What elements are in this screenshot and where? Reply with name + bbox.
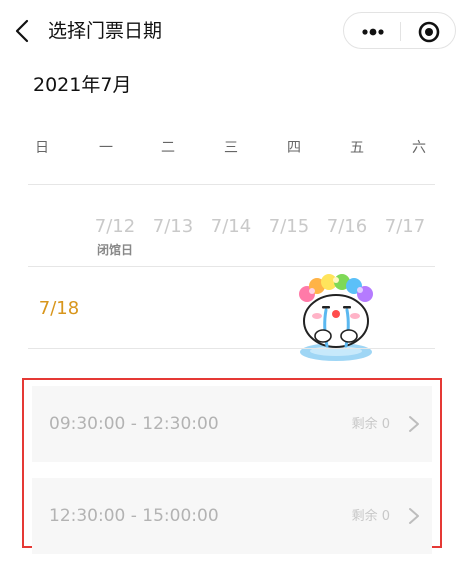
weekday-sat: 六 [412,140,426,156]
more-dots-icon [362,28,384,36]
date-cell-0714: 7/14 [202,214,260,240]
slot-time-range: 12:30:00 - 15:00:00 [49,506,219,526]
date-text: 7/17 [384,216,426,237]
date-text: 7/13 [152,216,194,237]
weekday-tue: 二 [161,140,175,156]
calendar-divider [28,348,435,349]
weekday-thu: 四 [287,140,301,156]
weekday-wed: 三 [224,140,238,156]
crying-cartoon-sticker [299,274,373,361]
target-close-icon [418,21,440,43]
more-button[interactable] [354,17,394,46]
date-text: 7/16 [326,216,368,237]
weekday-sun: 日 [35,140,49,156]
weekday-fri: 五 [350,140,364,156]
time-slot-2[interactable]: 12:30:00 - 15:00:00 剩余 0 [32,478,432,554]
calendar-divider [28,184,435,185]
page-title: 选择门票日期 [48,20,163,42]
date-cell-0717: 7/17 [376,214,434,240]
chevron-left-icon [15,19,29,43]
closed-day-label: 闭馆日 [96,243,133,257]
chevron-right-icon [409,416,419,432]
slot-remaining-count: 剩余 0 [351,509,390,524]
close-mini-program-button[interactable] [407,17,449,46]
time-slots-highlight-frame: 09:30:00 - 12:30:00 剩余 0 12:30:00 - 15:0… [22,378,442,554]
date-cell-0716: 7/16 [318,214,376,240]
mini-program-capsule [343,12,456,49]
nav-bar: 选择门票日期 [0,0,465,62]
slot-time-range: 09:30:00 - 12:30:00 [49,414,219,434]
time-slot-1[interactable]: 09:30:00 - 12:30:00 剩余 0 [32,386,432,462]
date-text: 7/15 [268,216,310,237]
capsule-divider [400,22,401,41]
back-button[interactable] [12,18,36,44]
date-cell-0715: 7/15 [260,214,318,240]
slot-remaining-count: 剩余 0 [351,417,390,432]
month-label: 2021年7月 [33,74,132,96]
date-cell-0712: 7/12 闭馆日 [86,214,144,258]
date-text: 7/14 [210,216,252,237]
weekday-mon: 一 [99,140,113,156]
date-text: 7/12 [94,216,136,237]
date-cell-0713: 7/13 [144,214,202,240]
date-cell-0718-selected[interactable]: 7/18 [30,296,88,322]
chevron-right-icon [409,508,419,524]
